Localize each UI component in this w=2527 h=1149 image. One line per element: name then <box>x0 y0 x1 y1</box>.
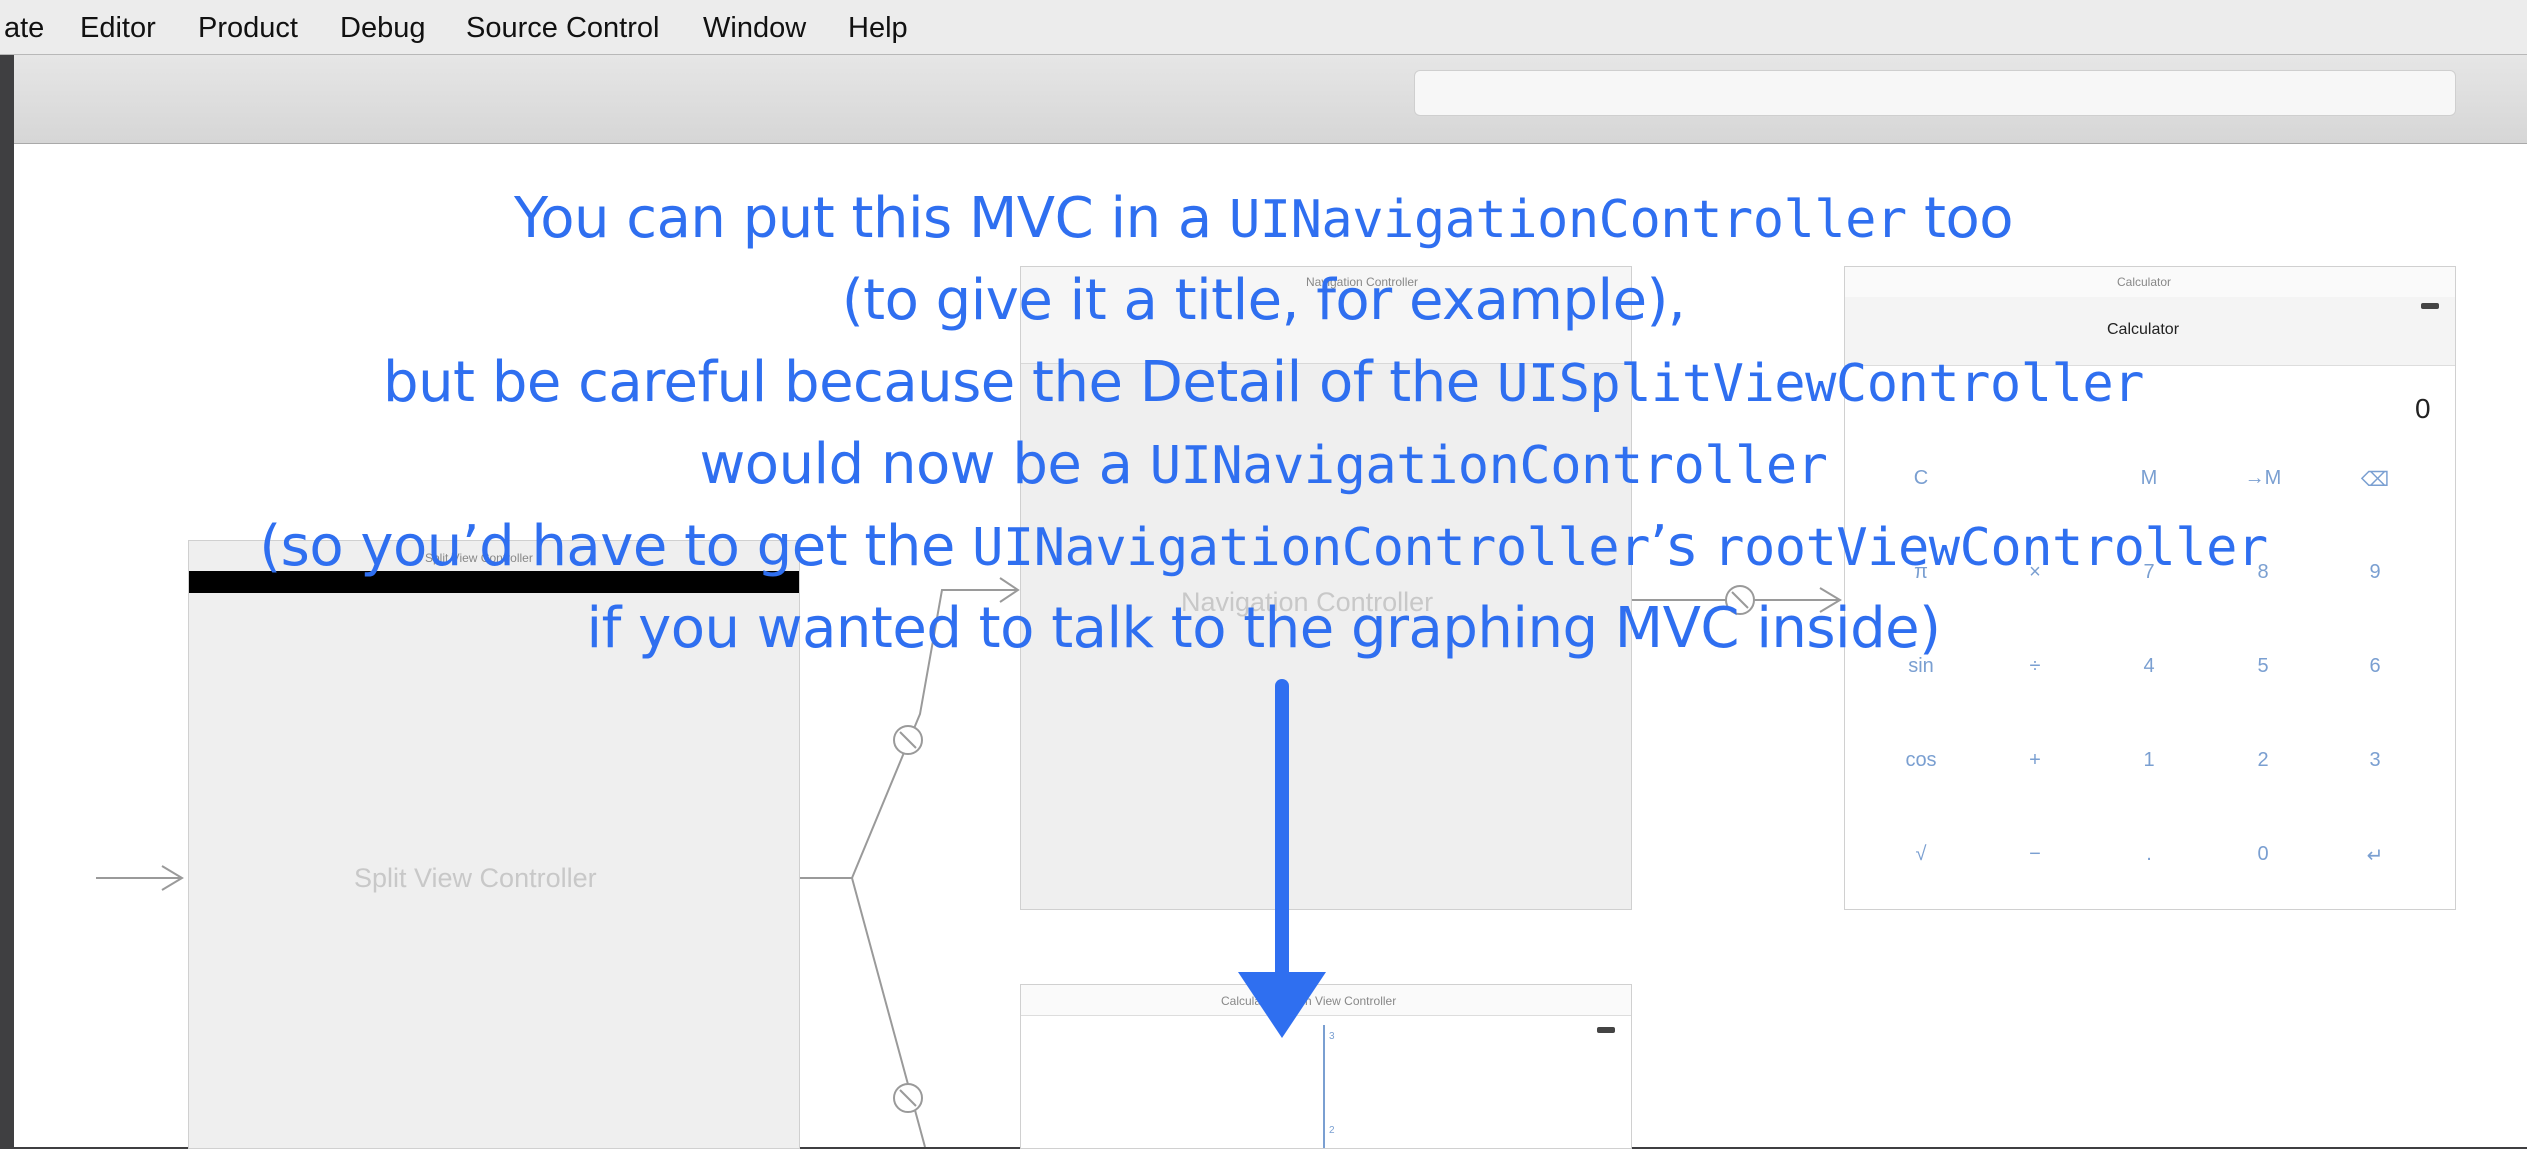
annotation-arrow <box>1238 679 1326 1038</box>
